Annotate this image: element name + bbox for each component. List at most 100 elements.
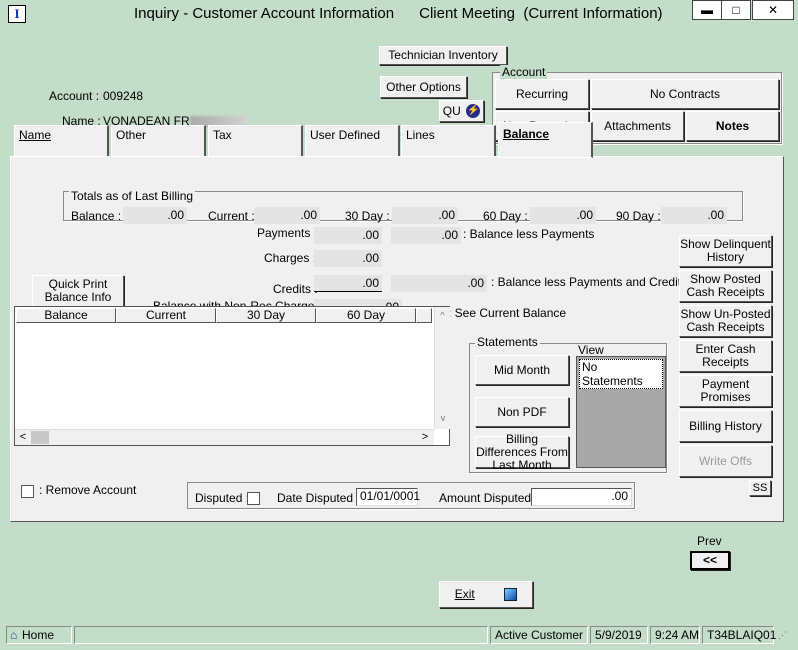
- account-label: Account :: [49, 89, 100, 103]
- exit-icon: [504, 588, 518, 601]
- qu-label: QU: [442, 103, 461, 118]
- tab-other-label: Other: [116, 128, 147, 142]
- total-balance-label: Balance :: [71, 209, 122, 223]
- tab-lines[interactable]: Lines: [401, 125, 496, 157]
- other-options-button[interactable]: Other Options: [380, 76, 467, 98]
- payments-value: .00: [314, 227, 382, 244]
- billing-differences-button[interactable]: Billing Differences From Last Month: [475, 432, 569, 471]
- grid-header-60day[interactable]: 60 Day: [316, 308, 416, 323]
- balance-less-payments-credits-label: : Balance less Payments and Credits: [491, 275, 688, 289]
- balance-less-payments-value: .00: [391, 227, 461, 244]
- notes-button[interactable]: Notes: [686, 111, 779, 141]
- account-group-title: Account: [500, 65, 548, 79]
- grid-vertical-scrollbar[interactable]: ^ v: [434, 307, 450, 429]
- status-bar: ⌂ Home Active Customer 5/9/2019 9:24 AM T…: [0, 624, 798, 650]
- exit-label: Exit: [454, 587, 475, 601]
- see-current-balance-label: : See Current Balance: [448, 306, 567, 320]
- recurring-button[interactable]: Recurring: [495, 79, 589, 109]
- total-60day-label: 60 Day :: [483, 209, 528, 223]
- total-90day-label: 90 Day :: [616, 209, 661, 223]
- window-title: Inquiry - Customer Account Information C…: [134, 5, 663, 22]
- total-current-label: Current :: [208, 209, 255, 223]
- credits-value: .00: [314, 275, 382, 292]
- view-label: View: [578, 343, 604, 357]
- enter-cash-receipts-button[interactable]: Enter Cash Receipts: [679, 340, 772, 372]
- maximize-button[interactable]: □: [721, 0, 751, 20]
- amount-disputed-input[interactable]: .00: [531, 488, 632, 506]
- total-balance-value: .00: [123, 207, 187, 224]
- totals-group-title: Totals as of Last Billing: [69, 189, 196, 203]
- grid-header-30day[interactable]: 30 Day: [216, 308, 316, 323]
- minimize-button[interactable]: ▬: [692, 0, 722, 20]
- total-60day-value: .00: [530, 207, 596, 224]
- status-date: 5/9/2019: [590, 626, 648, 644]
- grid-header-current[interactable]: Current: [116, 308, 216, 323]
- customer-status: Active Customer: [490, 626, 588, 644]
- tab-user-defined[interactable]: User Defined: [305, 125, 400, 157]
- total-30day-value: .00: [392, 207, 458, 224]
- remove-account-checkbox[interactable]: [21, 485, 34, 498]
- quick-print-button[interactable]: Quick Print Balance Info: [32, 275, 124, 307]
- exit-button[interactable]: Exit: [439, 581, 533, 608]
- charges-label: Charges :: [264, 251, 317, 265]
- payment-promises-button[interactable]: Payment Promises: [679, 375, 772, 407]
- close-button[interactable]: ✕: [752, 0, 794, 20]
- title-bar: I Inquiry - Customer Account Information…: [0, 0, 798, 28]
- grid-header-balance[interactable]: Balance: [16, 308, 116, 323]
- balance-less-payments-credits-value: .00: [391, 275, 487, 292]
- statements-view-list[interactable]: No Statements: [576, 356, 666, 468]
- ss-button[interactable]: SS: [749, 480, 771, 496]
- scroll-left-arrow[interactable]: <: [17, 430, 29, 445]
- tab-tax[interactable]: Tax: [208, 125, 303, 157]
- non-pdf-button[interactable]: Non PDF: [475, 397, 569, 427]
- total-30day-label: 30 Day :: [345, 209, 390, 223]
- tab-tax-label: Tax: [213, 128, 232, 142]
- billing-history-button[interactable]: Billing History: [679, 410, 772, 442]
- statements-group-title: Statements: [475, 335, 540, 349]
- show-delinquent-history-button[interactable]: Show Delinquent History: [679, 235, 772, 267]
- mid-month-button[interactable]: Mid Month: [475, 355, 569, 385]
- tab-lines-label: Lines: [406, 128, 435, 142]
- scroll-down-arrow[interactable]: v: [435, 410, 451, 426]
- prev-button[interactable]: <<: [690, 551, 730, 570]
- disputed-checkbox[interactable]: [247, 492, 260, 505]
- status-time: 9:24 AM: [650, 626, 700, 644]
- tab-balance[interactable]: Balance: [498, 122, 593, 158]
- account-number: 009248: [103, 89, 144, 103]
- write-offs-button[interactable]: Write Offs: [679, 445, 772, 477]
- show-posted-cash-receipts-button[interactable]: Show Posted Cash Receipts: [679, 270, 772, 302]
- home-button[interactable]: ⌂ Home: [6, 626, 72, 644]
- qu-button[interactable]: QU ⚡: [439, 100, 484, 122]
- lightning-icon: ⚡: [466, 104, 481, 118]
- scroll-thumb[interactable]: [31, 431, 49, 444]
- remove-account-label: : Remove Account: [39, 483, 137, 497]
- tab-name[interactable]: Name: [14, 125, 109, 157]
- statement-item[interactable]: No Statements: [579, 359, 663, 389]
- attachments-button[interactable]: Attachments: [591, 111, 684, 141]
- tab-other[interactable]: Other: [111, 125, 206, 157]
- status-message: [74, 626, 488, 644]
- tab-name-label: Name: [19, 128, 52, 142]
- date-disputed-label: Date Disputed :: [277, 491, 360, 505]
- app-icon: I: [8, 5, 26, 23]
- resize-grip[interactable]: ⋰: [778, 630, 787, 641]
- home-icon: ⌂: [10, 628, 18, 642]
- charges-value: .00: [314, 250, 382, 267]
- no-contracts-button[interactable]: No Contracts: [591, 79, 779, 109]
- show-unposted-cash-receipts-button[interactable]: Show Un-Posted Cash Receipts: [679, 305, 772, 337]
- date-disputed-input[interactable]: 01/01/0001: [356, 488, 420, 506]
- prev-label: Prev: [697, 534, 722, 548]
- scroll-right-arrow[interactable]: >: [419, 430, 431, 445]
- total-90day-value: .00: [661, 207, 727, 224]
- technician-inventory-button[interactable]: Technician Inventory: [379, 46, 507, 65]
- status-code: T34BLAIQ01: [702, 626, 776, 644]
- payments-label: Payments :: [257, 226, 318, 240]
- credits-label: Credits :: [273, 282, 318, 296]
- tab-user-defined-label: User Defined: [310, 128, 381, 142]
- balance-less-payments-label: : Balance less Payments: [463, 227, 595, 241]
- balance-grid[interactable]: Balance Current 30 Day 60 Day ^ v < >: [14, 306, 450, 446]
- grid-header-more[interactable]: [416, 308, 432, 323]
- scroll-up-arrow[interactable]: ^: [435, 307, 450, 323]
- grid-horizontal-scrollbar[interactable]: < >: [15, 429, 434, 445]
- tab-balance-label: Balance: [503, 127, 550, 141]
